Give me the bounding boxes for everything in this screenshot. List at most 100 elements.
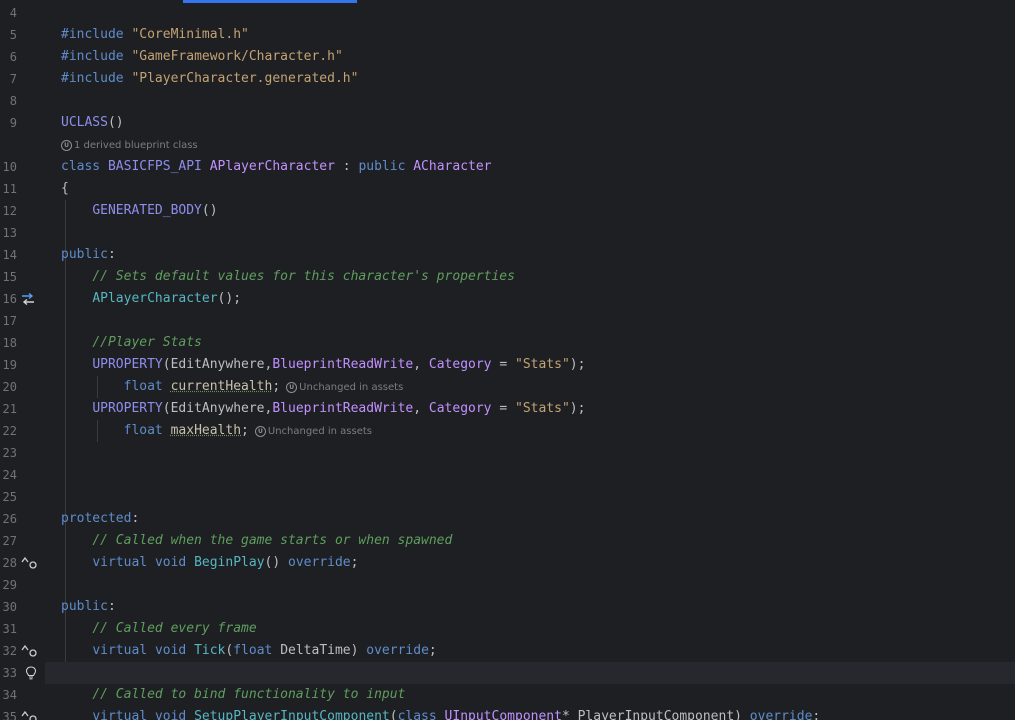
code-line[interactable]: { [61, 178, 1015, 200]
code-line[interactable]: UPROPERTY(EditAnywhere,BlueprintReadWrit… [61, 354, 1015, 376]
macro: UPROPERTY [92, 401, 163, 416]
keyword: float [123, 379, 171, 394]
unreal-icon: U [286, 381, 298, 393]
code-text: () [201, 203, 218, 218]
line-number: 16 [2, 292, 17, 306]
class-name: ACharacter [413, 159, 492, 174]
hint-text: Unchanged in assets [267, 426, 372, 437]
code-line[interactable]: UCLASS() [61, 112, 1015, 134]
class-name: UInputComponent [444, 709, 562, 720]
code-line[interactable]: #include "CoreMinimal.h" [61, 24, 1015, 46]
line-number: 10 [2, 160, 17, 174]
line-number: 28 [2, 556, 17, 570]
line-number: 20 [2, 380, 17, 394]
override-icon[interactable] [21, 706, 41, 720]
string-literal: "Stats" [515, 401, 570, 416]
line-number: 29 [2, 578, 17, 592]
override-icon[interactable] [21, 640, 41, 662]
line-number: 34 [2, 688, 17, 702]
code-line[interactable]: virtual void SetupPlayerInputComponent(c… [61, 706, 1015, 720]
code-line[interactable]: virtual void BeginPlay() override; [61, 552, 1015, 574]
class-name: APlayerCharacter [209, 159, 335, 174]
preprocessor: #include [61, 49, 132, 64]
line-number: 15 [2, 270, 17, 284]
code-editor[interactable]: 4 5 6 7 8 9 10 11 12 13 14 15 16 17 18 1… [0, 0, 1015, 720]
code-line[interactable]: float maxHealth; U Unchanged in assets [61, 420, 1015, 442]
code-text: ); [569, 357, 586, 372]
code-text: : [131, 511, 140, 526]
macro: UPROPERTY [92, 357, 163, 372]
line-number: 14 [2, 248, 17, 262]
implementation-swap-icon[interactable] [21, 288, 41, 310]
override-icon[interactable] [21, 552, 41, 574]
keyword: override [288, 555, 351, 570]
keyword: float [233, 643, 281, 658]
line-number: 19 [2, 358, 17, 372]
preprocessor: #include [61, 27, 132, 42]
field-name: maxHealth [170, 423, 242, 438]
keyword: override [749, 709, 813, 720]
line-number: 12 [2, 204, 17, 218]
line-number: 7 [9, 72, 17, 86]
code-text: ; [812, 709, 821, 720]
code-line[interactable]: UPROPERTY(EditAnywhere,BlueprintReadWrit… [61, 398, 1015, 420]
code-line[interactable]: virtual void Tick(float DeltaTime) overr… [61, 640, 1015, 662]
macro: UCLASS [61, 115, 108, 130]
keyword: float [123, 423, 171, 438]
code-text: DeltaTime) [280, 643, 367, 658]
code-text: (); [217, 291, 242, 306]
macro: BASICFPS_API [107, 159, 210, 174]
code-text: (EditAnywhere, [162, 401, 273, 416]
code-line[interactable]: // Called to bind functionality to input [61, 684, 1015, 706]
code-text: = [491, 357, 515, 372]
code-line[interactable]: float currentHealth; U Unchanged in assets [61, 376, 1015, 398]
comment: //Player Stats [92, 335, 202, 350]
comment: // Sets default values for this characte… [92, 269, 515, 284]
active-tab-indicator [183, 0, 357, 3]
keyword: void [154, 709, 195, 720]
code-line[interactable]: GENERATED_BODY() [61, 200, 1015, 222]
line-number: 13 [2, 226, 17, 240]
code-line[interactable]: #include "PlayerCharacter.generated.h" [61, 68, 1015, 90]
code-line[interactable]: APlayerCharacter(); [61, 288, 1015, 310]
code-text: ; [350, 555, 359, 570]
line-number: 33 [2, 666, 17, 680]
code-line[interactable]: // Called every frame [61, 618, 1015, 640]
code-line[interactable]: public: [61, 596, 1015, 618]
lightbulb-icon[interactable] [21, 662, 41, 684]
preprocessor: #include [61, 71, 132, 86]
code-text: : [334, 159, 359, 174]
code-text: ); [569, 401, 586, 416]
code-line[interactable]: #include "GameFramework/Character.h" [61, 46, 1015, 68]
keyword: void [154, 555, 195, 570]
keyword: void [154, 643, 195, 658]
code-text: ; [241, 423, 249, 438]
code-text: { [61, 181, 69, 196]
line-number: 4 [9, 6, 17, 20]
code-line[interactable]: class BASICFPS_API APlayerCharacter : pu… [61, 156, 1015, 178]
specifier: Category [428, 357, 492, 372]
code-text: ; [272, 379, 281, 394]
keyword: public [61, 599, 108, 614]
code-line[interactable]: // Sets default values for this characte… [61, 266, 1015, 288]
line-number: 23 [2, 446, 17, 460]
line-number: 22 [2, 424, 17, 438]
code-text: , [413, 401, 429, 416]
line-number: 17 [2, 314, 17, 328]
string-literal: "PlayerCharacter.generated.h" [131, 71, 359, 86]
string-literal: "GameFramework/Character.h" [131, 49, 343, 64]
code-text: ( [389, 709, 398, 720]
code-line[interactable]: public: [61, 244, 1015, 266]
keyword: class [61, 159, 108, 174]
asset-usage-hint[interactable]: U Unchanged in assets [286, 381, 403, 393]
line-number: 6 [9, 50, 17, 64]
unreal-icon: U [61, 139, 72, 151]
specifier: BlueprintReadWrite [272, 401, 414, 416]
code-line[interactable]: protected: [61, 508, 1015, 530]
code-text: () [264, 555, 289, 570]
asset-usage-hint[interactable]: U Unchanged in assets [254, 425, 372, 437]
derived-blueprint-hint[interactable]: U1 derived blueprint class [61, 137, 198, 155]
string-literal: "CoreMinimal.h" [131, 27, 249, 42]
code-line[interactable]: //Player Stats [61, 332, 1015, 354]
code-line[interactable]: // Called when the game starts or when s… [61, 530, 1015, 552]
